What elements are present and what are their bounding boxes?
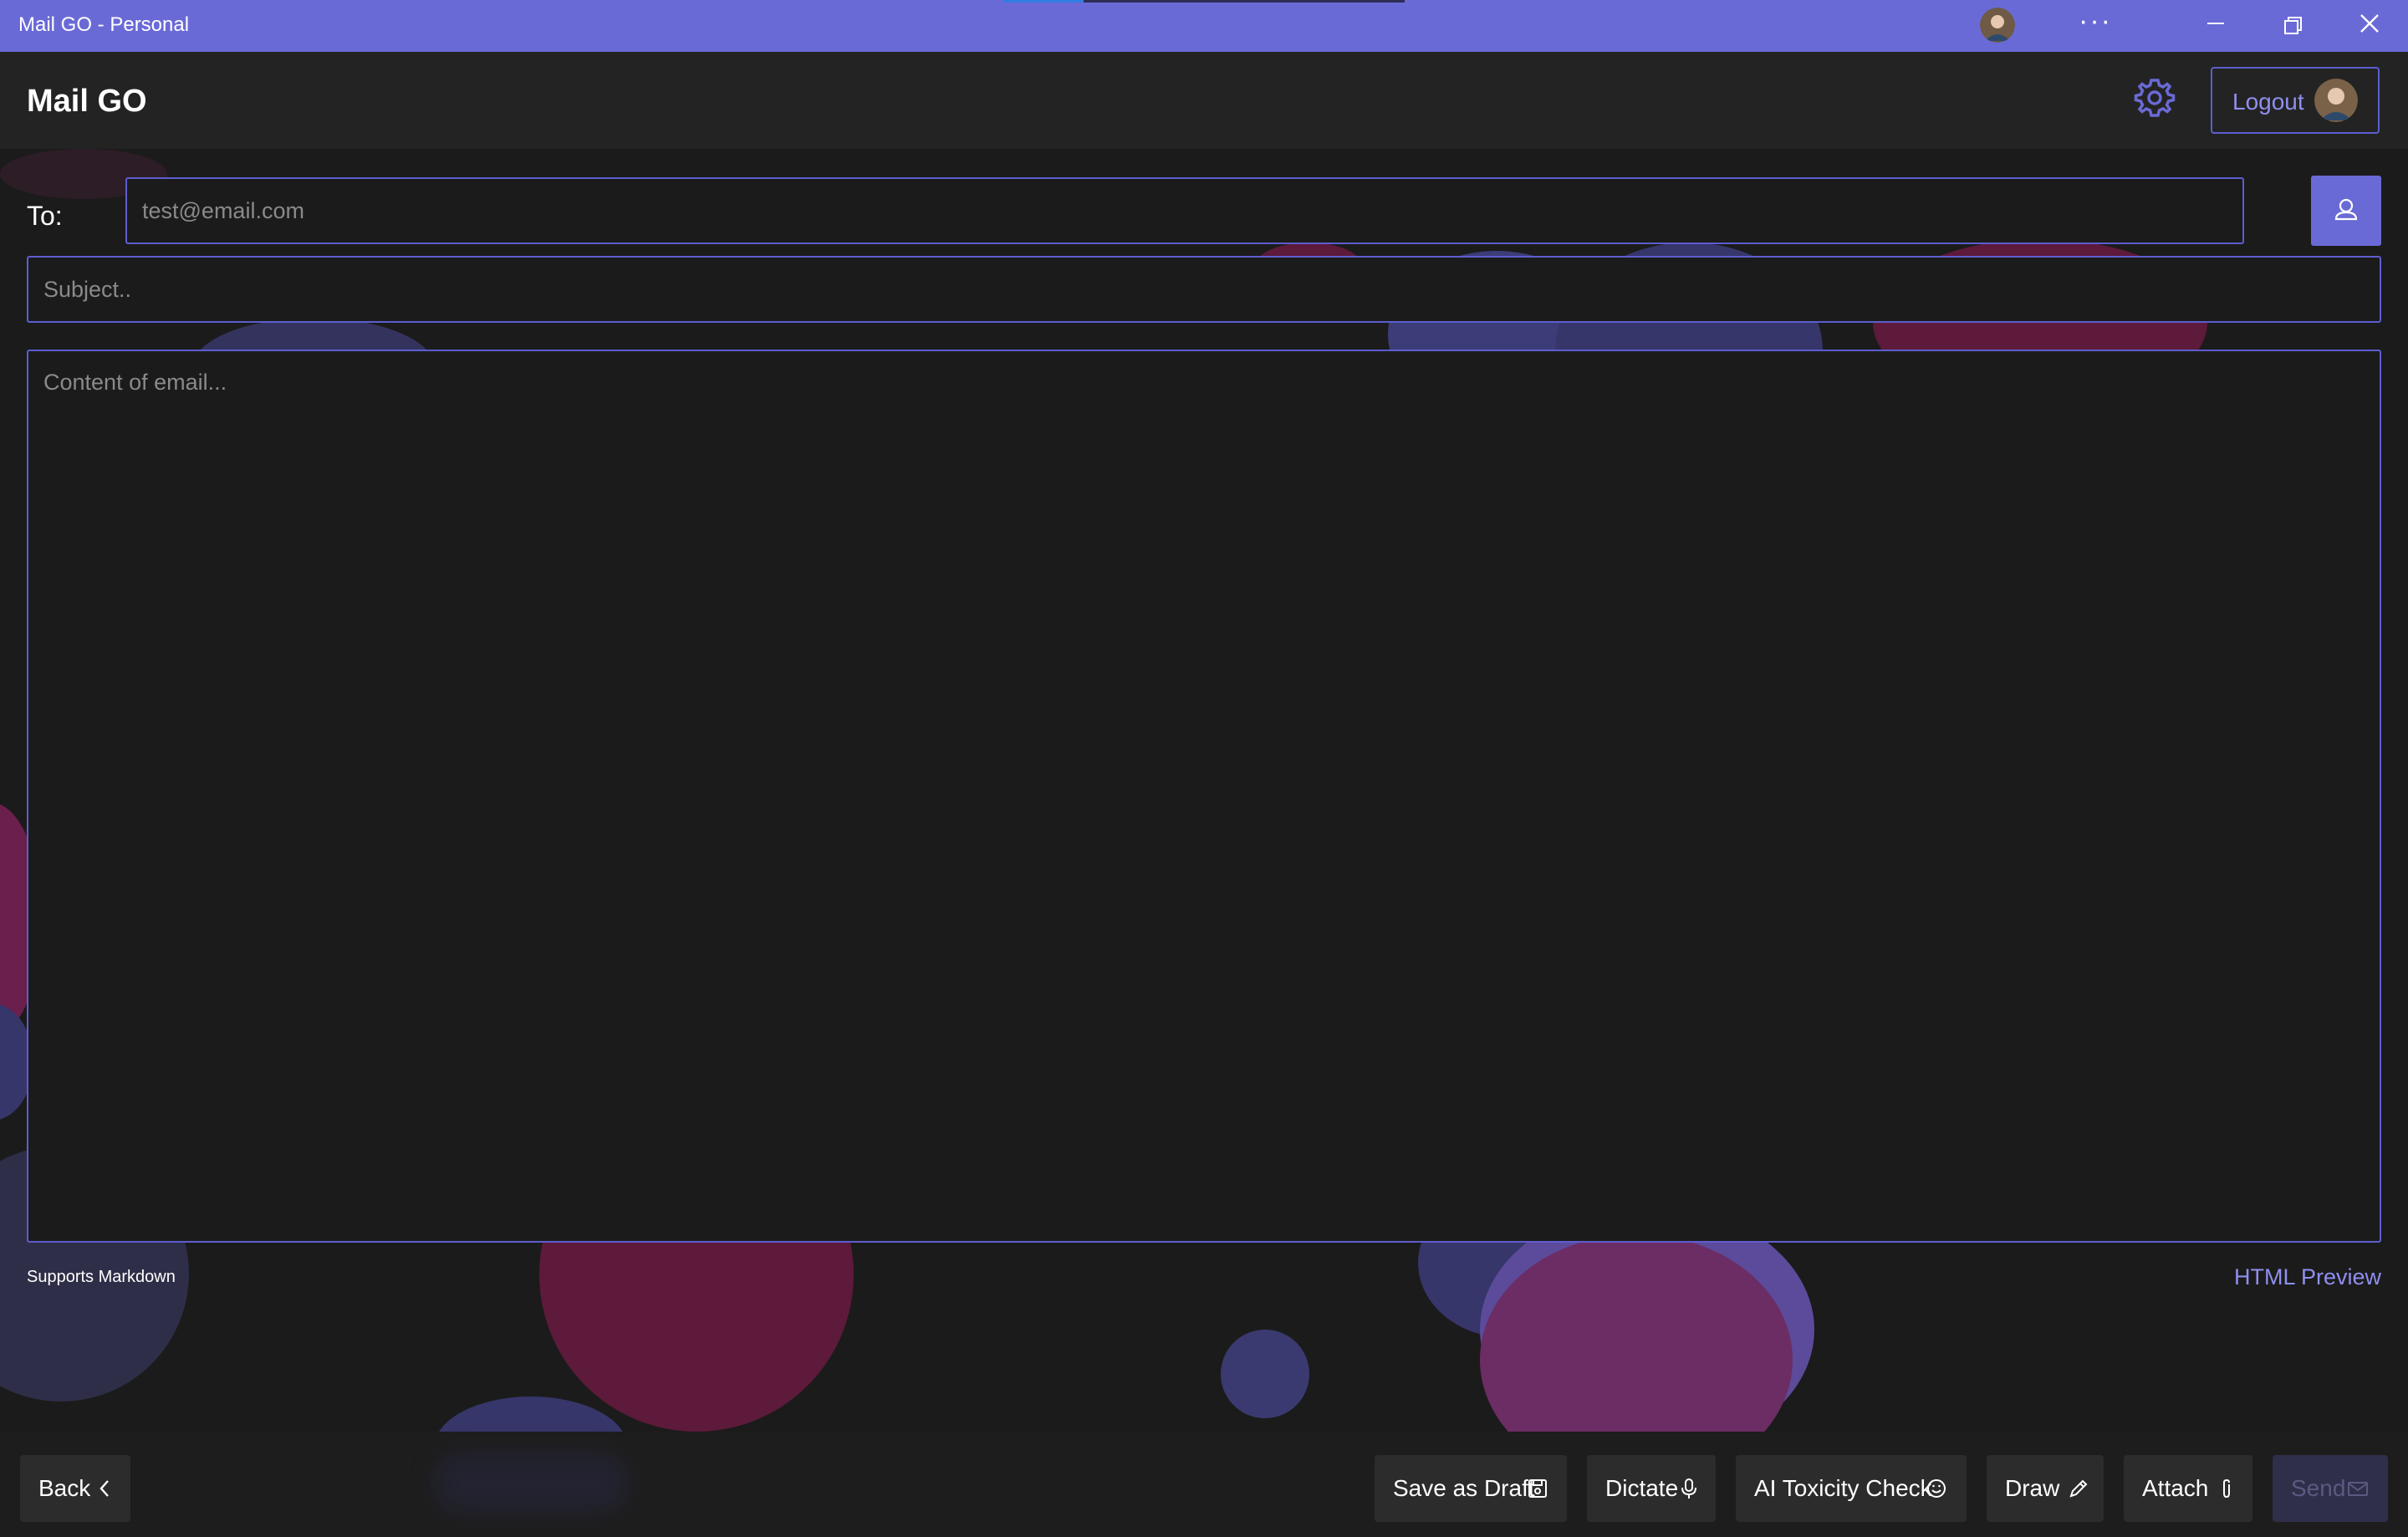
more-options-icon[interactable]: ··· (2079, 7, 2112, 35)
markdown-hint: Supports Markdown (27, 1268, 176, 1286)
restore-icon[interactable] (2276, 10, 2309, 43)
user-avatar-icon (2314, 79, 2358, 122)
logout-button[interactable]: Logout (2211, 67, 2380, 134)
save-draft-label: Save as Draft (1393, 1475, 1535, 1501)
to-label: To: (27, 201, 63, 231)
chevron-left-icon (99, 1480, 109, 1497)
dictate-label: Dictate (1605, 1475, 1679, 1501)
action-footer: Back Save as Draft Dictate AI Toxicity C… (0, 1432, 2408, 1537)
bg-blur (435, 1453, 627, 1512)
html-preview-link[interactable]: HTML Preview (2234, 1264, 2381, 1290)
loading-progress-bar (1003, 0, 1405, 3)
mail-icon (2348, 1482, 2368, 1496)
dictate-button[interactable]: Dictate (1587, 1455, 1716, 1522)
logout-label: Logout (2232, 89, 2304, 115)
ai-toxicity-check-label: AI Toxicity Check (1754, 1475, 1932, 1501)
send-button[interactable]: Send (2273, 1455, 2388, 1522)
paperclip-icon (2223, 1478, 2230, 1499)
contact-picker-button[interactable] (2311, 176, 2381, 246)
attach-label: Attach (2142, 1475, 2209, 1501)
settings-gear-icon[interactable] (2132, 75, 2177, 120)
email-content-textarea[interactable] (27, 350, 2381, 1243)
recipient-input[interactable] (125, 177, 2244, 244)
pen-icon (2069, 1479, 2088, 1498)
ai-toxicity-check-button[interactable]: AI Toxicity Check (1736, 1455, 1967, 1522)
bg-bubble (1221, 1330, 1309, 1418)
window-title: Mail GO - Personal (18, 13, 190, 36)
profile-avatar-icon[interactable] (1980, 8, 2015, 43)
app-header: Mail GO Logout (0, 52, 2408, 149)
subject-input[interactable] (27, 256, 2381, 323)
app-title: Mail GO (27, 84, 147, 119)
microphone-icon (1681, 1478, 1696, 1499)
contact-person-icon (2334, 198, 2358, 221)
back-label: Back (38, 1475, 91, 1501)
save-draft-button[interactable]: Save as Draft (1375, 1455, 1567, 1522)
draw-label: Draw (2005, 1475, 2060, 1501)
back-button[interactable]: Back (20, 1455, 130, 1522)
window-title-bar: Mail GO - Personal ··· (0, 0, 2408, 52)
send-label: Send (2291, 1475, 2346, 1501)
close-icon[interactable] (2353, 10, 2386, 43)
minimize-icon[interactable] (2199, 10, 2232, 43)
save-disk-icon (1528, 1479, 1547, 1498)
attach-button[interactable]: Attach (2124, 1455, 2252, 1522)
smiley-icon (1927, 1479, 1946, 1498)
draw-button[interactable]: Draw (1987, 1455, 2104, 1522)
